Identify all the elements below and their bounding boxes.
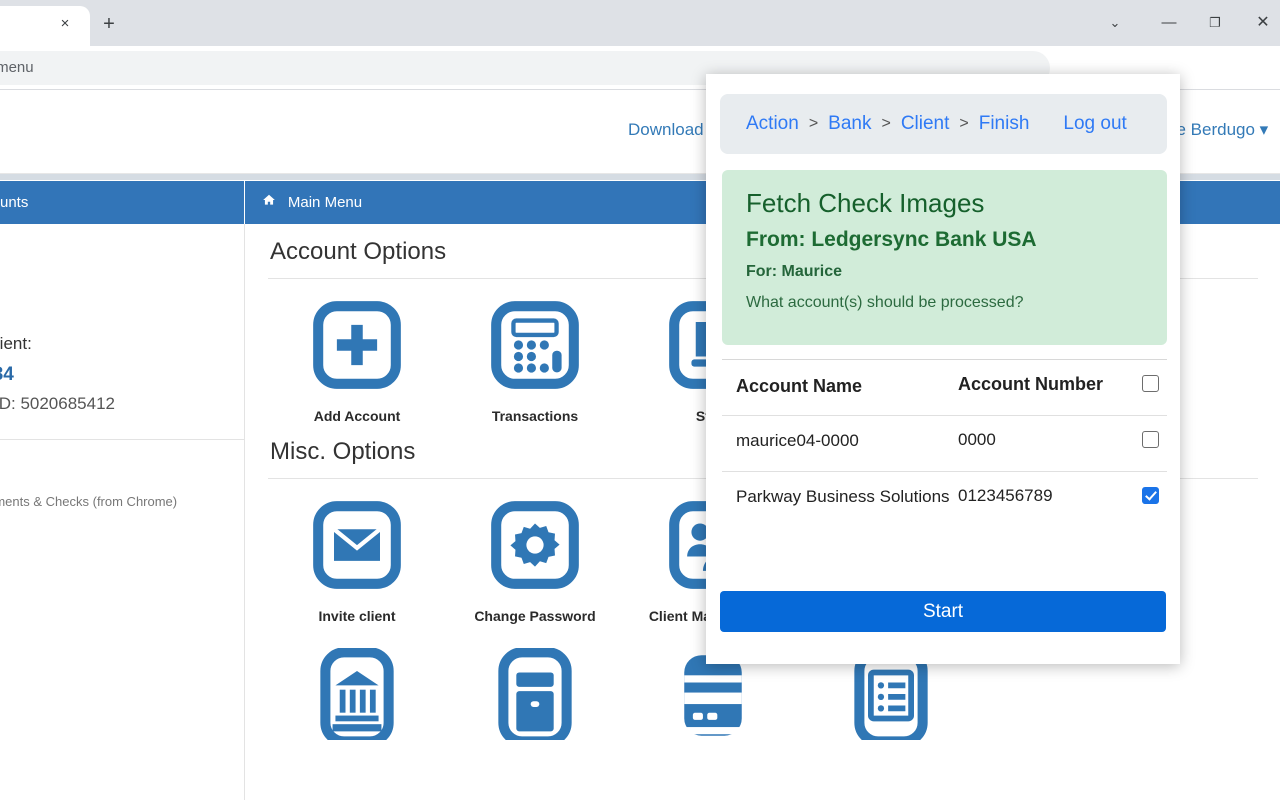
user-account-menu[interactable]: ce Berdugo ▾ [1168, 120, 1268, 140]
table-row[interactable]: maurice04-0000 0000 [722, 415, 1167, 471]
bank-icon [311, 647, 403, 747]
row-checkbox-cell[interactable] [1133, 430, 1167, 448]
client-name[interactable]: g1234 [0, 364, 14, 386]
download-link[interactable]: Download [628, 120, 704, 140]
column-header-account-number: Account Number [958, 374, 1104, 394]
new-tab-icon[interactable]: + [96, 12, 122, 38]
tile-label: Invite client [318, 608, 396, 624]
customer-id: mer ID: 5020685412 [0, 394, 115, 413]
alert-title: Fetch Check Images [746, 188, 985, 218]
alert-from: From: Ledgersync Bank USA [746, 228, 1037, 251]
select-all-checkbox[interactable] [1141, 375, 1159, 392]
archive-box-icon [489, 647, 581, 747]
window-minimize-icon[interactable]: — [1146, 0, 1192, 46]
breadcrumb-item-action[interactable]: Action [746, 113, 799, 135]
envelope-icon [311, 499, 403, 596]
selected-client-label: ed Client: [0, 334, 32, 353]
tile-bank[interactable] [268, 647, 446, 747]
column-header-account-name: Account Name [736, 376, 863, 396]
calculator-icon [489, 299, 581, 396]
cell-account-name: Parkway Business Solutions [736, 487, 950, 506]
tile-add-account[interactable]: Add Account [268, 299, 446, 424]
window-chevron-icon[interactable]: ⌄ [1092, 0, 1138, 46]
breadcrumb-item-bank[interactable]: Bank [828, 113, 871, 135]
nav-item-accounts[interactable]: unts [0, 181, 245, 224]
breadcrumb-separator: > [808, 115, 819, 132]
breadcrumb-item-finish[interactable]: Finish [979, 113, 1030, 135]
breadcrumb-item-client[interactable]: Client [901, 113, 950, 135]
task-alert-panel: Fetch Check Images From: Ledgersync Bank… [722, 170, 1167, 345]
nav-accounts-label: unts [0, 194, 29, 211]
sidebar-divider [0, 439, 245, 440]
cell-account-number: 0000 [958, 430, 996, 449]
home-icon [262, 194, 280, 210]
cell-account-name: maurice04-0000 [736, 431, 859, 450]
select-all-checkbox-cell[interactable] [1133, 374, 1167, 392]
row-checkbox-cell[interactable] [1133, 486, 1167, 504]
alert-prompt: What account(s) should be processed? [746, 294, 1024, 311]
account-table: Account Name Account Number maurice04-00… [722, 359, 1167, 547]
breadcrumb: Action > Bank > Client > Finish Log out [720, 94, 1167, 154]
nav-main-menu-label: Main Menu [287, 194, 363, 211]
tile-label: Change Password [474, 608, 596, 624]
start-button[interactable]: Start [720, 591, 1166, 632]
table-row[interactable]: Parkway Business Solutions 0123456789 [722, 471, 1167, 547]
window-close-icon[interactable]: ✕ [1240, 0, 1280, 46]
table-header-row: Account Name Account Number [722, 359, 1167, 415]
left-sidebar: ed Client: g1234 mer ID: 5020685412 Pal … [0, 224, 245, 800]
url-path: /account/menu [0, 59, 34, 76]
window-maximize-icon[interactable]: ❐ [1192, 0, 1238, 46]
row-checkbox[interactable] [1141, 431, 1159, 448]
tile-archive[interactable] [446, 647, 624, 747]
cell-account-number: 0123456789 [958, 486, 1053, 505]
tile-label: Transactions [491, 408, 579, 424]
tile-transactions[interactable]: Transactions [446, 299, 624, 424]
tile-label: Add Account [313, 408, 401, 424]
logout-link[interactable]: Log out [1063, 113, 1126, 135]
alert-for: For: Maurice [746, 263, 843, 280]
tile-invite-client[interactable]: Invite client [268, 499, 446, 624]
browser-tab-strip: × + ⌄ — ❐ ✕ [0, 0, 1280, 46]
browser-tab[interactable] [0, 6, 90, 46]
breadcrumb-separator: > [959, 115, 969, 132]
tile-change-password[interactable]: Change Password [446, 499, 624, 624]
breadcrumb-separator: > [881, 115, 891, 132]
paypal-sublabel: Statements & Checks (from Chrome) [0, 494, 178, 509]
gear-icon [489, 499, 581, 596]
row-checkbox[interactable] [1141, 487, 1159, 504]
tab-close-icon[interactable]: × [55, 14, 75, 34]
plus-square-icon [311, 299, 403, 396]
extension-popup: Action > Bank > Client > Finish Log out … [706, 74, 1180, 664]
